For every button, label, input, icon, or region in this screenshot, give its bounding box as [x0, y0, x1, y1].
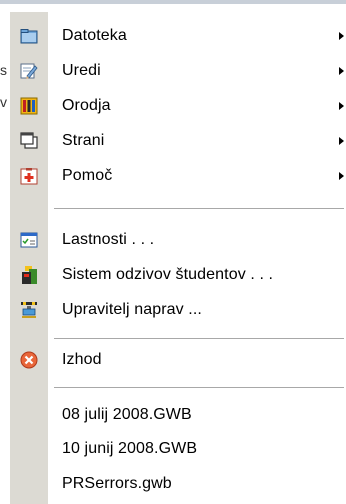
menu-item-sistem-odzivov[interactable]: Sistem odzivov študentov . . .: [10, 258, 346, 292]
device-manager-icon: [20, 301, 38, 319]
pages-icon: [20, 132, 38, 150]
submenu-arrow-icon: [339, 172, 344, 180]
background-text: s: [0, 62, 7, 78]
menu-item-label: Izhod: [62, 351, 102, 368]
menu-item-label: Datoteka: [62, 27, 127, 44]
menu-separator: [54, 387, 344, 388]
menu-item-orodja[interactable]: Orodja: [10, 89, 346, 123]
submenu-arrow-icon: [339, 67, 344, 75]
recent-file-label: 08 julij 2008.GWB: [62, 406, 192, 423]
menu-item-label: Pomoč: [62, 167, 113, 184]
menu-item-label: Uredi: [62, 62, 101, 79]
exit-icon: [20, 351, 38, 369]
submenu-arrow-icon: [339, 102, 344, 110]
menu-separator: [54, 208, 344, 209]
menu-separator: [54, 338, 344, 339]
student-response-icon: [20, 266, 38, 284]
window-edge: [0, 0, 346, 4]
menu-item-label: Orodja: [62, 97, 111, 114]
menu-item-label: Upravitelj naprav ...: [62, 301, 202, 318]
recent-file-item[interactable]: 10 junij 2008.GWB: [10, 432, 346, 466]
menu-item-label: Strani: [62, 132, 105, 149]
menu-item-datoteka[interactable]: Datoteka: [10, 19, 346, 53]
recent-file-label: 10 junij 2008.GWB: [62, 440, 198, 457]
menu-item-izhod[interactable]: Izhod: [10, 343, 346, 377]
menu-item-pomoc[interactable]: Pomoč: [10, 159, 346, 193]
menu-item-upravitelj-naprav[interactable]: Upravitelj naprav ...: [10, 293, 346, 327]
recent-file-label: PRSerrors.gwb: [62, 475, 172, 492]
properties-icon: [20, 231, 38, 249]
menu-item-strani[interactable]: Strani: [10, 124, 346, 158]
recent-file-item[interactable]: PRSerrors.gwb: [10, 467, 346, 501]
menu-item-uredi[interactable]: Uredi: [10, 54, 346, 88]
background-text: v: [0, 94, 7, 110]
menu-item-label: Lastnosti . . .: [62, 231, 155, 248]
submenu-arrow-icon: [339, 32, 344, 40]
help-icon: [20, 167, 38, 185]
folder-icon: [20, 27, 38, 45]
menu-item-label: Sistem odzivov študentov . . .: [62, 266, 274, 283]
submenu-arrow-icon: [339, 137, 344, 145]
tools-icon: [20, 97, 38, 115]
context-menu: Datoteka Uredi Orodja Strani Pomoč Lastn…: [10, 12, 346, 504]
edit-pencil-icon: [20, 62, 38, 80]
recent-file-item[interactable]: 08 julij 2008.GWB: [10, 398, 346, 432]
menu-item-lastnosti[interactable]: Lastnosti . . .: [10, 223, 346, 257]
